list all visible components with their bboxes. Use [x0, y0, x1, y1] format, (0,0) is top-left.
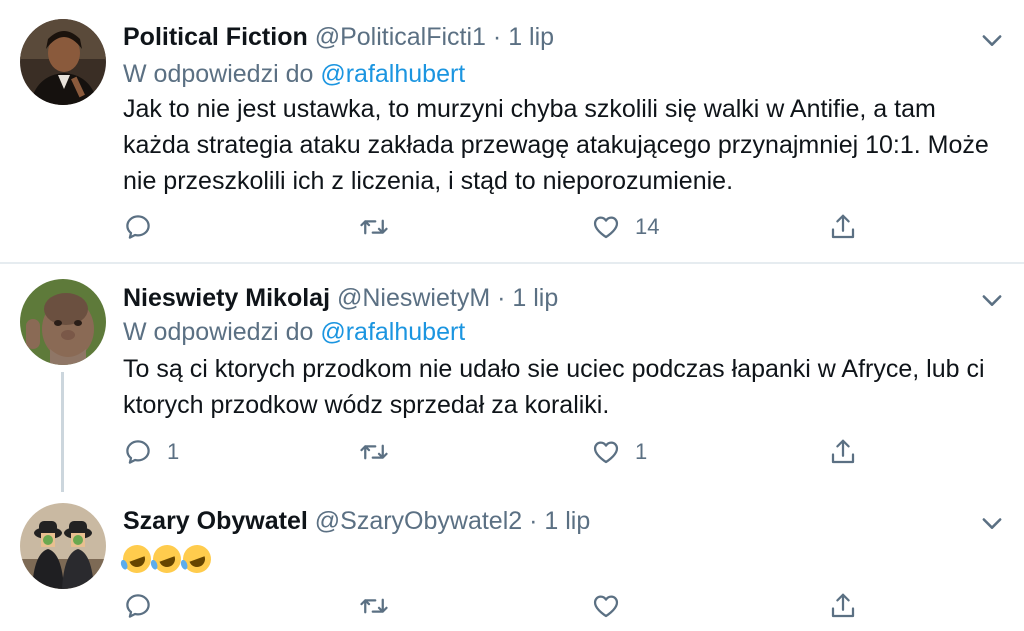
author-handle[interactable]: @PoliticalFicti1 [315, 23, 486, 51]
heart-icon [593, 216, 619, 239]
reply-button[interactable]: 1 [123, 435, 179, 469]
author-name[interactable]: Szary Obywatel [123, 507, 308, 535]
retweet-button[interactable] [359, 589, 403, 623]
like-count: 14 [635, 214, 660, 239]
avatar[interactable] [20, 279, 106, 365]
tweet-text: To są ci ktorych przodkom nie udało sie … [123, 355, 985, 419]
chevron-down-icon[interactable] [978, 509, 1006, 537]
share-button[interactable] [828, 210, 858, 244]
reply-icon [126, 215, 150, 239]
separator-dot: · [492, 23, 502, 51]
thread-connector [61, 372, 64, 492]
reply-context: W odpowiedzi do @rafalhubert [123, 317, 465, 347]
like-button[interactable]: 1 [591, 435, 647, 469]
retweet-icon [360, 598, 388, 614]
tweet[interactable]: Nieswiety Mikolaj @NieswietyM · 1 lip W … [0, 264, 1024, 490]
share-icon [831, 593, 855, 618]
reply-button[interactable] [123, 210, 167, 244]
reply-mention-link[interactable]: @rafalhubert [320, 318, 465, 346]
chevron-down-icon[interactable] [978, 26, 1006, 54]
tweet[interactable]: Political Fiction @PoliticalFicti1 · 1 l… [0, 0, 1024, 262]
author-name[interactable]: Nieswiety Mikolaj [123, 284, 330, 312]
tweet-text: Jak to nie jest ustawka, to murzyni chyb… [123, 95, 989, 195]
tweet-date[interactable]: 1 lip [508, 23, 554, 51]
share-button[interactable] [828, 589, 858, 623]
avatar[interactable] [20, 503, 106, 589]
reply-context: W odpowiedzi do @rafalhubert [123, 59, 465, 89]
share-button[interactable] [828, 435, 858, 469]
share-icon [831, 439, 855, 464]
retweet-icon [360, 219, 388, 235]
tweet-text [119, 540, 1003, 578]
separator-dot: · [529, 507, 538, 535]
author-handle[interactable]: @NieswietyM [337, 284, 490, 312]
tweet-actions: 1 1 [123, 435, 883, 469]
rolling-on-floor-laughing-emoji [149, 541, 185, 578]
reply-prefix: W odpowiedzi do [123, 318, 314, 346]
tweet-actions [123, 589, 883, 623]
tweet-date[interactable]: 1 lip [512, 284, 558, 312]
heart-icon [593, 595, 619, 618]
reply-button[interactable] [123, 589, 167, 623]
separator-dot: · [497, 284, 506, 312]
reply-icon [126, 594, 150, 618]
share-icon [831, 214, 855, 239]
retweet-button[interactable] [359, 210, 403, 244]
like-count: 1 [635, 439, 648, 464]
reply-count: 1 [167, 439, 180, 464]
reply-mention-link[interactable]: @rafalhubert [320, 60, 465, 88]
reply-icon [126, 440, 150, 464]
like-button[interactable] [591, 589, 635, 623]
retweet-button[interactable] [359, 435, 403, 469]
retweet-icon [360, 444, 388, 460]
author-handle[interactable]: @SzaryObywatel2 [315, 507, 522, 535]
rolling-on-floor-laughing-emoji [119, 541, 155, 578]
like-button[interactable]: 14 [591, 210, 659, 244]
chevron-down-icon[interactable] [978, 286, 1006, 314]
author-name[interactable]: Political Fiction [123, 23, 308, 51]
reply-prefix: W odpowiedzi do [123, 60, 314, 88]
avatar[interactable] [20, 19, 106, 105]
tweet-actions: 14 [123, 210, 883, 244]
heart-icon [593, 441, 619, 464]
tweet-date[interactable]: 1 lip [544, 507, 590, 535]
tweet[interactable]: Szary Obywatel @SzaryObywatel2 · 1 lip [0, 490, 1024, 631]
rolling-on-floor-laughing-emoji [179, 541, 215, 578]
